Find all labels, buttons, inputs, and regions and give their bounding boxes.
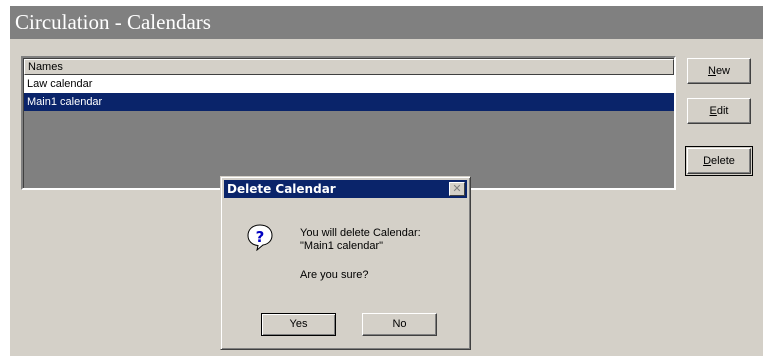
yes-button[interactable]: Yes bbox=[261, 313, 336, 336]
dialog-message-line2: "Main1 calendar" bbox=[300, 240, 384, 252]
window-title: Circulation - Calendars bbox=[10, 6, 763, 39]
dialog-title: Delete Calendar bbox=[227, 182, 336, 196]
delete-button-focus-ring: Delete bbox=[685, 146, 753, 176]
new-button[interactable]: New bbox=[687, 58, 751, 84]
edit-button[interactable]: Edit bbox=[687, 98, 751, 124]
new-button-accel: N bbox=[707, 65, 716, 77]
no-button[interactable]: No bbox=[362, 313, 437, 336]
svg-text:?: ? bbox=[256, 228, 265, 246]
question-icon: ? bbox=[247, 224, 273, 251]
calendars-window: Circulation - Calendars Names Law calend… bbox=[10, 6, 763, 356]
delete-calendar-dialog: Delete Calendar ✕ ? You will delete Cale… bbox=[220, 176, 471, 350]
delete-button-accel: D bbox=[703, 155, 712, 167]
dialog-message-line1: You will delete Calendar: bbox=[300, 227, 421, 239]
edit-button-label: dit bbox=[716, 105, 729, 117]
close-icon[interactable]: ✕ bbox=[449, 182, 465, 196]
list-item-selected[interactable]: Main1 calendar bbox=[24, 93, 674, 111]
edit-button-accel: E bbox=[709, 105, 717, 117]
new-button-label: ew bbox=[715, 65, 730, 77]
column-header-names[interactable]: Names bbox=[24, 59, 674, 75]
delete-button[interactable]: Delete bbox=[687, 148, 751, 174]
dialog-question: Are you sure? bbox=[300, 269, 369, 281]
list-item[interactable]: Law calendar bbox=[24, 75, 674, 93]
delete-button-label: elete bbox=[711, 155, 735, 167]
calendar-list[interactable]: Names Law calendar Main1 calendar bbox=[21, 56, 676, 190]
dialog-title-bar: Delete Calendar ✕ bbox=[224, 180, 467, 198]
